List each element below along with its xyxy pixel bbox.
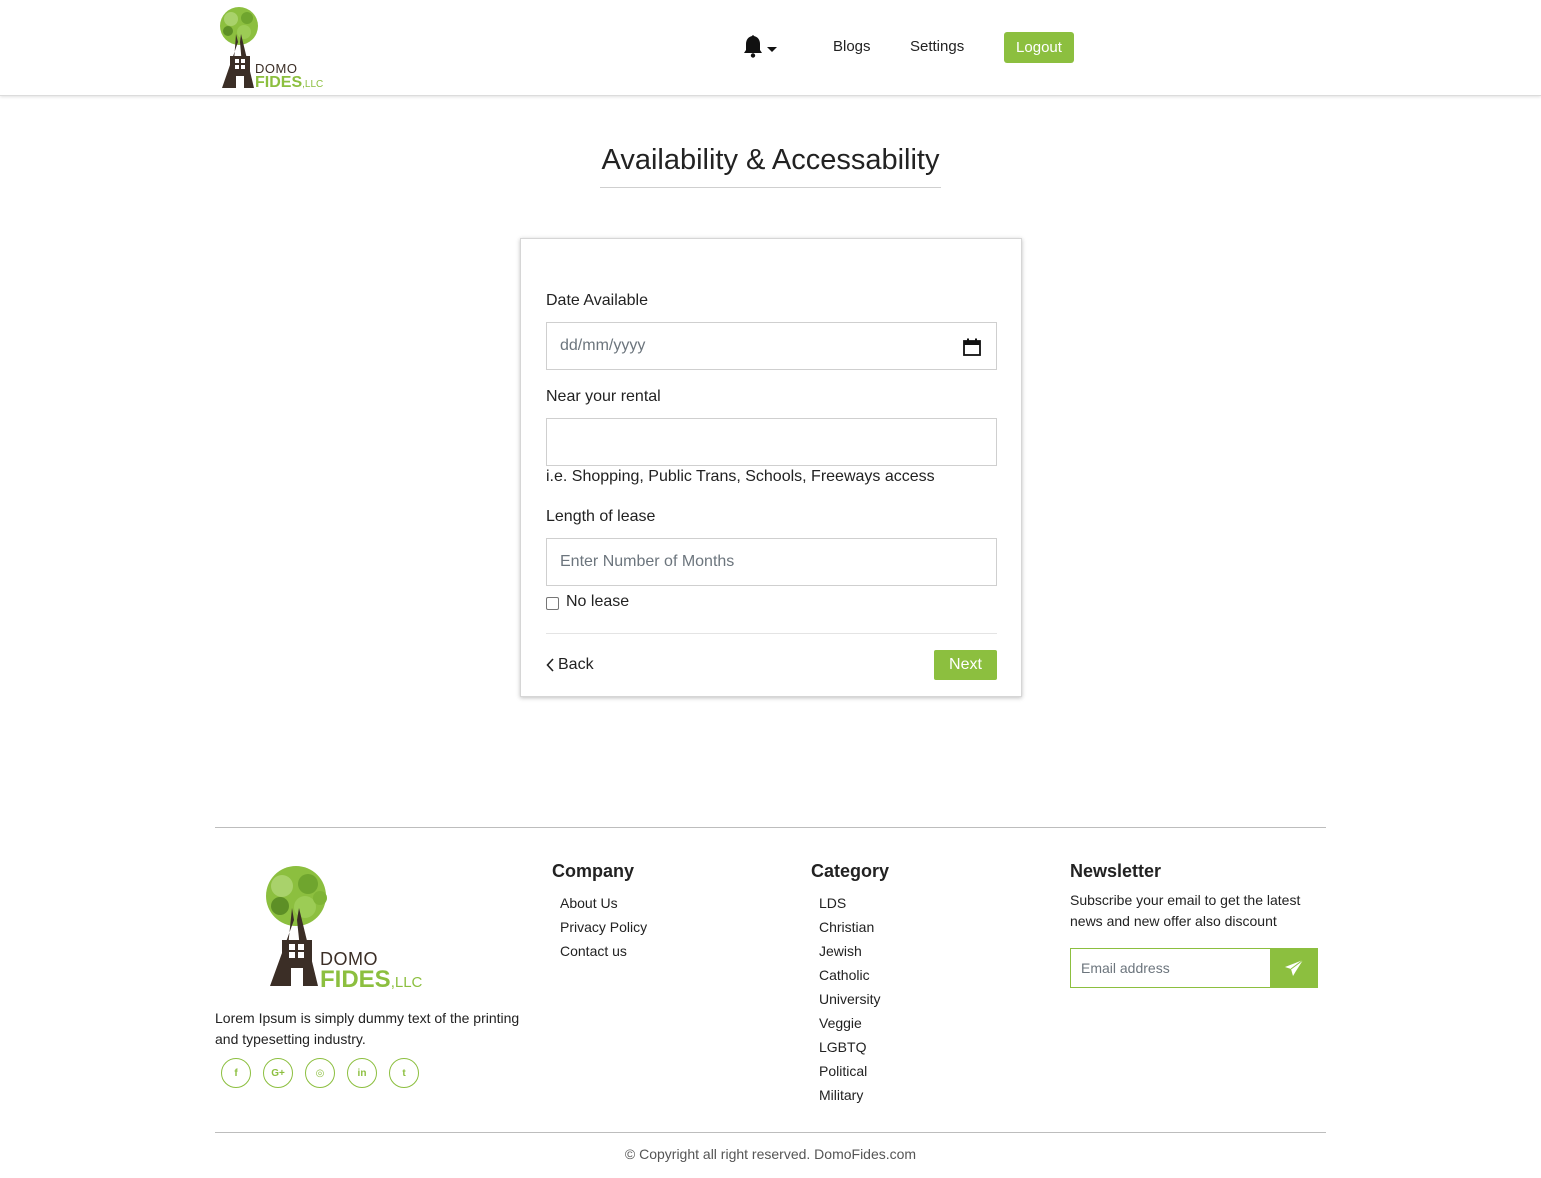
availability-form-card: Date Available dd/mm/yyyy Near your rent… bbox=[520, 238, 1022, 697]
logo-fides-text: FIDES bbox=[255, 74, 303, 91]
caret-down-icon bbox=[767, 47, 777, 52]
back-button[interactable]: Back bbox=[546, 656, 594, 674]
footer-category-title: Category bbox=[811, 861, 890, 881]
social-links: f G+ ◎ in t bbox=[221, 1058, 431, 1088]
no-lease-label[interactable]: No lease bbox=[566, 593, 629, 611]
near-rental-helper-text: i.e. Shopping, Public Trans, Schools, Fr… bbox=[546, 468, 935, 485]
paper-plane-icon bbox=[1285, 959, 1304, 976]
logo-wordmark: DOMO FIDES,LLC bbox=[255, 62, 323, 91]
footer-newsletter-title: Newsletter bbox=[1070, 861, 1162, 881]
footer-category-links: LDS Christian Jewish Catholic University… bbox=[819, 891, 880, 1107]
footer-company-title: Company bbox=[552, 861, 635, 881]
footer-category-link[interactable]: LDS bbox=[819, 891, 880, 915]
date-available-input[interactable]: dd/mm/yyyy bbox=[546, 322, 997, 370]
lease-length-label: Length of lease bbox=[546, 508, 656, 525]
near-rental-label: Near your rental bbox=[546, 388, 661, 405]
footer-category-link[interactable]: Jewish bbox=[819, 939, 880, 963]
google-plus-icon[interactable]: G+ bbox=[263, 1058, 293, 1088]
footer-category-link[interactable]: Christian bbox=[819, 915, 880, 939]
next-button[interactable]: Next bbox=[934, 650, 997, 680]
newsletter-description: Subscribe your email to get the latest n… bbox=[1070, 892, 1301, 929]
notifications-dropdown[interactable] bbox=[742, 34, 778, 60]
footer-divider-top bbox=[215, 827, 1326, 828]
top-navbar: DOMO FIDES,LLC Blogs Settings Logout bbox=[0, 0, 1541, 96]
footer-category-link[interactable]: Veggie bbox=[819, 1011, 880, 1035]
footer-company-links: About Us Privacy Policy Contact us bbox=[560, 891, 647, 963]
footer-link-privacy-policy[interactable]: Privacy Policy bbox=[560, 915, 647, 939]
logout-button[interactable]: Logout bbox=[1004, 32, 1074, 63]
newsletter-email-input[interactable]: Email address bbox=[1070, 948, 1271, 988]
footer-link-contact-us[interactable]: Contact us bbox=[560, 939, 647, 963]
footer-about-text: Lorem Ipsum is simply dummy text of the … bbox=[215, 1010, 520, 1047]
lease-length-placeholder: Enter Number of Months bbox=[560, 553, 735, 570]
footer-logo-wordmark: DOMO FIDES,LLC bbox=[320, 950, 422, 992]
calendar-icon[interactable] bbox=[963, 338, 981, 356]
newsletter-subscribe-button[interactable] bbox=[1270, 948, 1318, 988]
title-underline bbox=[600, 187, 941, 188]
footer-divider-bottom bbox=[215, 1132, 1326, 1133]
linkedin-icon[interactable]: in bbox=[347, 1058, 377, 1088]
footer-category-link[interactable]: Military bbox=[819, 1083, 880, 1107]
lease-length-input[interactable]: Enter Number of Months bbox=[546, 538, 997, 586]
logo-llc-text: ,LLC bbox=[302, 79, 324, 90]
footer-category-link[interactable]: University bbox=[819, 987, 880, 1011]
instagram-icon[interactable]: ◎ bbox=[305, 1058, 335, 1088]
form-divider bbox=[546, 633, 997, 634]
footer-link-about-us[interactable]: About Us bbox=[560, 891, 647, 915]
chevron-left-icon bbox=[546, 658, 554, 672]
back-label: Back bbox=[558, 656, 594, 673]
nav-blogs-link[interactable]: Blogs bbox=[833, 38, 871, 55]
twitter-icon[interactable]: t bbox=[389, 1058, 419, 1088]
footer-logo-fides-text: FIDES bbox=[320, 966, 391, 993]
date-available-label: Date Available bbox=[546, 292, 648, 309]
page-title: Availability & Accessability bbox=[601, 144, 940, 176]
footer-category-link[interactable]: Political bbox=[819, 1059, 880, 1083]
no-lease-checkbox[interactable] bbox=[546, 597, 559, 610]
near-rental-input[interactable] bbox=[546, 418, 997, 466]
footer-logo-llc-text: ,LLC bbox=[390, 974, 423, 991]
date-placeholder: dd/mm/yyyy bbox=[560, 337, 646, 354]
no-lease-row: No lease bbox=[546, 593, 629, 611]
footer-category-link[interactable]: Catholic bbox=[819, 963, 880, 987]
facebook-icon[interactable]: f bbox=[221, 1058, 251, 1088]
newsletter-email-placeholder: Email address bbox=[1081, 960, 1170, 976]
footer-category-link[interactable]: LGBTQ bbox=[819, 1035, 880, 1059]
nav-settings-link[interactable]: Settings bbox=[910, 38, 964, 55]
copyright-text: © Copyright all right reserved. DomoFide… bbox=[624, 1146, 917, 1162]
